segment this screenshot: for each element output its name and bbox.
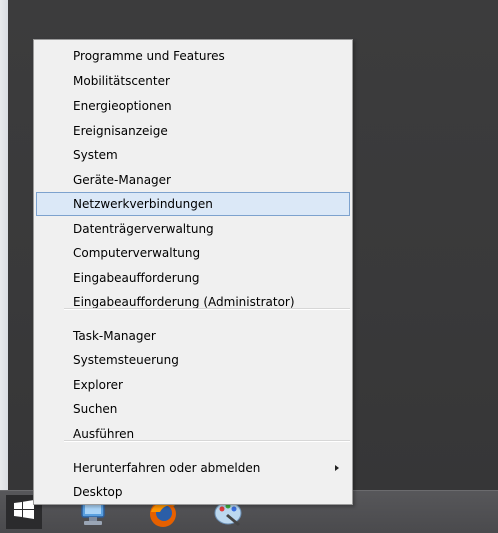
menu-item-herunterfahren[interactable]: Herunterfahren oder abmelden [36, 456, 350, 480]
menu-item-label: Herunterfahren oder abmelden [73, 461, 261, 475]
menu-item-desktop[interactable]: Desktop [36, 480, 350, 504]
menu-item-label: Desktop [73, 485, 123, 499]
menu-item-eingabeaufforderung-admin[interactable]: Eingabeaufforderung (Administrator) [36, 290, 350, 314]
menu-item-energieoptionen[interactable]: Energieoptionen [36, 94, 350, 118]
winx-context-menu: Programme und Features Mobilitätscenter En… [33, 39, 353, 505]
menu-item-mobilitaetscenter[interactable]: Mobilitätscenter [36, 69, 350, 93]
menu-item-label: Netzwerkverbindungen [73, 197, 213, 211]
menu-item-label: Systemsteuerung [73, 353, 179, 367]
menu-item-task-manager[interactable]: Task-Manager [36, 324, 350, 348]
menu-item-programme-und-features[interactable]: Programme und Features [36, 44, 350, 68]
menu-item-computerverwaltung[interactable]: Computerverwaltung [36, 241, 350, 265]
menu-item-label: Geräte-Manager [73, 173, 171, 187]
menu-item-suchen[interactable]: Suchen [36, 397, 350, 421]
menu-item-label: System [73, 148, 118, 162]
menu-item-system[interactable]: System [36, 143, 350, 167]
submenu-arrow-icon [335, 465, 339, 471]
menu-item-ausfuehren[interactable]: Ausführen [36, 422, 350, 446]
desktop-window-edge [0, 0, 8, 490]
menu-item-label: Eingabeaufforderung [73, 271, 200, 285]
menu-item-eingabeaufforderung[interactable]: Eingabeaufforderung [36, 266, 350, 290]
menu-separator [64, 308, 350, 310]
menu-item-ereignisanzeige[interactable]: Ereignisanzeige [36, 119, 350, 143]
menu-item-label: Energieoptionen [73, 99, 172, 113]
menu-item-label: Mobilitätscenter [73, 74, 170, 88]
menu-item-label: Programme und Features [73, 49, 225, 63]
menu-item-datentraegerverwaltung[interactable]: Datenträgerverwaltung [36, 217, 350, 241]
windows-logo-icon [14, 500, 34, 519]
menu-item-label: Datenträgerverwaltung [73, 222, 214, 236]
menu-item-systemsteuerung[interactable]: Systemsteuerung [36, 348, 350, 372]
menu-item-label: Task-Manager [73, 329, 156, 343]
menu-item-label: Computerverwaltung [73, 246, 201, 260]
menu-separator [64, 440, 350, 442]
menu-item-label: Suchen [73, 402, 118, 416]
menu-item-label: Explorer [73, 378, 123, 392]
menu-item-label: Ereignisanzeige [73, 124, 168, 138]
menu-item-geraete-manager[interactable]: Geräte-Manager [36, 168, 350, 192]
menu-item-netzwerkverbindungen[interactable]: Netzwerkverbindungen [36, 192, 350, 216]
menu-item-explorer[interactable]: Explorer [36, 373, 350, 397]
